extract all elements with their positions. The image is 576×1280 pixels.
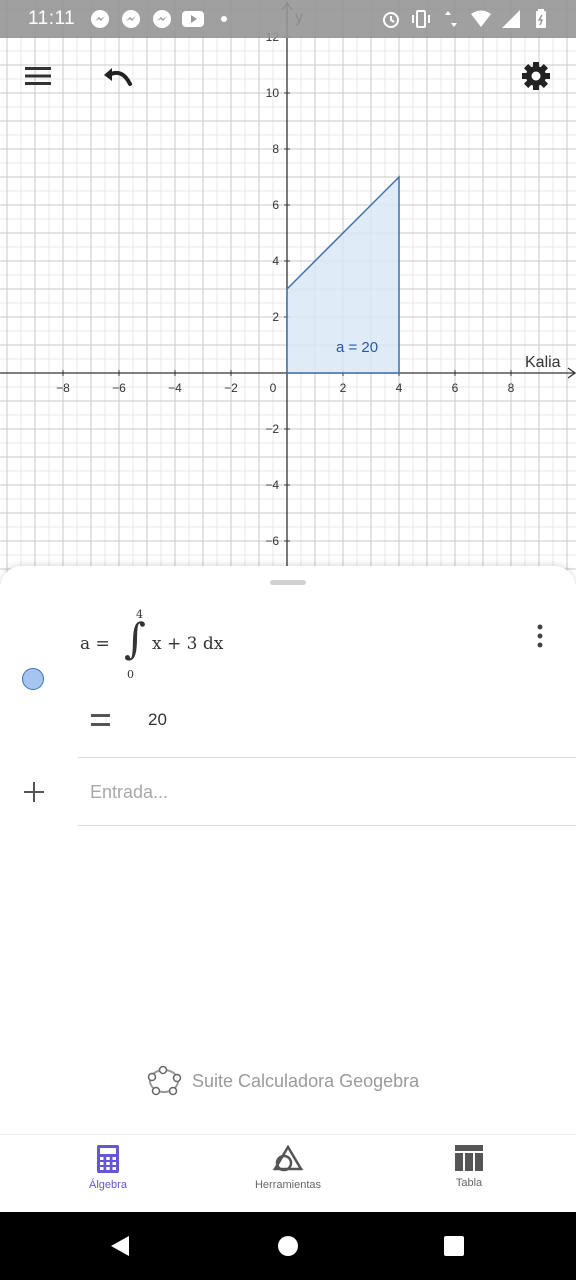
x-tick-label: 6 [452,381,459,395]
tab-algebra-label: Álgebra [89,1179,127,1191]
status-time: 11:11 [28,8,76,29]
youtube-icon [182,8,205,30]
x-tick-label: −2 [224,381,238,395]
back-icon [111,1236,129,1256]
back-button[interactable] [106,1232,134,1260]
suite-link-label: Suite Calculadora Geogebra [192,1070,420,1091]
y-tick-label: 2 [272,310,279,324]
result-value: 20 [148,710,167,729]
y-tick-label: −4 [265,478,279,492]
table-icon [455,1145,483,1171]
geogebra-logo-icon [147,1066,182,1096]
tab-table-label: Tabla [455,1177,483,1189]
undo-button[interactable] [94,52,142,100]
x-tick-label: −6 [112,381,126,395]
alarm-icon [380,8,402,30]
y-tick-label: −2 [265,422,279,436]
y-tick-label: 6 [272,198,279,212]
y-tick-label: 10 [266,86,280,100]
gear-icon [522,62,550,90]
home-icon [278,1236,298,1256]
y-tick-label: −6 [265,534,279,548]
y-tick-label: 4 [272,254,279,268]
battery-icon [530,8,552,30]
x-tick-label: 0 [270,381,277,395]
sheet-drag-handle[interactable] [270,580,306,585]
integrand: x + 3 dx [152,634,224,654]
shapes-icon [273,1145,303,1172]
x-tick-label: −8 [56,381,70,395]
integral-region-label: a = 20 [336,339,378,356]
dot-icon [213,8,235,30]
messenger-icon [151,8,173,30]
integral-sign: ∫ [124,614,146,663]
wifi-icon [470,8,492,30]
vibrate-icon [410,8,432,30]
recents-button[interactable] [440,1232,468,1260]
undo-icon [104,68,132,86]
graphics-view[interactable]: −8−6−4−20246812108642−2−4−6 a = 20 y Kal… [0,0,576,600]
tab-table[interactable]: Tabla [399,1145,539,1205]
menu-button[interactable] [14,52,62,100]
settings-button[interactable] [512,52,560,100]
upper-limit: 4 [136,608,143,621]
system-navigation-bar [0,1212,576,1280]
bottom-navigation: Álgebra Herramientas Tabla [0,1134,576,1213]
tab-tools[interactable]: Herramientas [218,1145,358,1205]
equals-icon [91,714,110,726]
tab-tools-label: Herramientas [254,1179,322,1191]
x-tick-label: 4 [396,381,403,395]
add-icon[interactable] [20,778,48,806]
algebra-input[interactable] [88,776,552,808]
messenger-icon [89,8,111,30]
suite-calculator-link[interactable]: Suite Calculadora Geogebra [146,1066,419,1096]
x-tick-label: −4 [168,381,182,395]
x-tick-label: 8 [508,381,515,395]
formula-lhs: a = [80,634,110,654]
row-divider [78,757,576,758]
kebab-menu-icon [537,624,543,648]
x-tick-label: 2 [340,381,347,395]
hamburger-menu-icon [25,67,51,85]
y-tick-label: 8 [272,142,279,156]
messenger-icon [120,8,142,30]
signal-icon [500,8,522,30]
status-bar: 11:11 [0,0,576,38]
home-button[interactable] [274,1232,302,1260]
recents-icon [444,1236,464,1256]
tab-algebra[interactable]: Álgebra [38,1145,178,1205]
lower-limit: 0 [127,668,134,681]
calculator-icon [97,1145,119,1173]
row-divider [78,825,576,826]
algebra-panel: a = ∫ 4 0 x + 3 dx 20 Suite Calculad [0,566,576,1134]
data-arrows-icon [440,8,462,30]
x-axis-label: Kalia [525,354,561,371]
visibility-toggle[interactable] [22,668,44,690]
more-options-button[interactable] [526,622,554,650]
